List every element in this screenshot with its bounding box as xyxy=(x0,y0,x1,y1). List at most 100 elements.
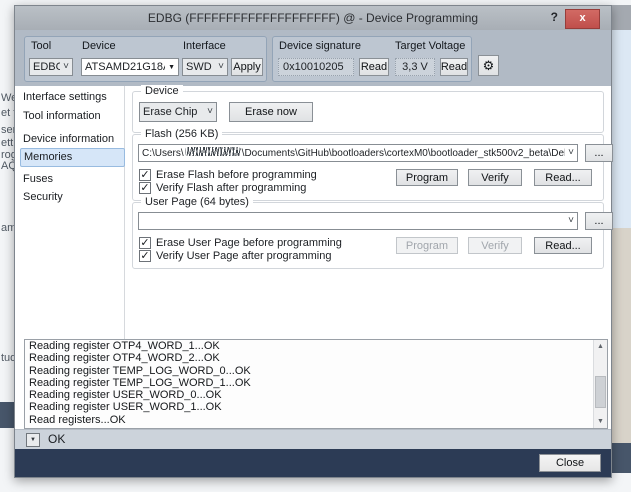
checkbox-checked-icon: ✓ xyxy=(139,237,151,249)
chevron-down-icon: ˅ xyxy=(218,63,224,71)
user-page-browse-label: ... xyxy=(594,215,603,227)
background-dark-block xyxy=(610,443,631,473)
settings-button[interactable]: ⚙ xyxy=(478,55,499,76)
checkbox-checked-icon: ✓ xyxy=(139,250,151,262)
flash-browse-button[interactable]: ... xyxy=(585,144,613,162)
background-strip xyxy=(612,30,631,228)
interface-value: SWD xyxy=(186,61,215,73)
redacted-username xyxy=(185,147,241,156)
apply-button[interactable]: Apply xyxy=(231,58,263,76)
user-page-program-label: Program xyxy=(406,240,448,252)
erase-mode-select[interactable]: Erase Chip ˅ xyxy=(139,102,217,122)
flash-path-prefix: C:\Users\ xyxy=(142,148,184,159)
signature-read-button[interactable]: Read xyxy=(359,58,389,76)
help-icon[interactable]: ? xyxy=(551,10,558,24)
close-button-label: Close xyxy=(556,457,584,469)
dialog-titlebar[interactable]: EDBG (FFFFFFFFFFFFFFFFFFFF) @ - Device P… xyxy=(15,6,611,31)
signature-panel: Device signature 0x10010205 Read Target … xyxy=(272,36,472,82)
target-voltage-value: 3,3 V xyxy=(402,61,428,73)
scroll-down-icon[interactable]: ▼ xyxy=(594,415,607,428)
erase-user-page-checkbox[interactable]: ✓ Erase User Page before programming xyxy=(139,236,342,249)
log-line: Reading register OTP4_WORD_2...OK xyxy=(25,352,607,364)
flash-file-combobox[interactable]: C:\Users\ \Documents\GitHub\bootloaders\c… xyxy=(138,144,578,162)
sidebar-item-security[interactable]: Security xyxy=(23,189,119,206)
background-strip xyxy=(612,228,631,443)
background-dark-block xyxy=(0,402,14,428)
flash-program-button[interactable]: Program xyxy=(396,169,458,186)
close-window-button[interactable]: x xyxy=(565,9,600,29)
chevron-down-icon: ˅ xyxy=(63,63,69,71)
user-page-group: User Page (64 bytes) ˅ ... ✓ Erase User … xyxy=(132,202,604,269)
erase-mode-value: Erase Chip xyxy=(143,106,204,118)
flash-verify-button[interactable]: Verify xyxy=(468,169,522,186)
target-voltage-label: Target Voltage xyxy=(395,40,465,52)
user-page-group-title: User Page (64 bytes) xyxy=(141,196,253,208)
status-text: OK xyxy=(48,432,65,446)
verify-flash-checkbox[interactable]: ✓ Verify Flash after programming xyxy=(139,181,306,194)
device-select[interactable]: ATSAMD21G18A ▼ xyxy=(81,58,179,76)
user-page-browse-button[interactable]: ... xyxy=(585,212,613,230)
log-expand-button[interactable]: ▼ xyxy=(26,433,40,447)
sidebar-item-device-information[interactable]: Device information xyxy=(23,131,119,148)
user-page-read-label: Read... xyxy=(545,240,580,252)
erase-now-label: Erase now xyxy=(245,106,297,118)
flash-group: Flash (256 KB) C:\Users\\Documents\GitHu… xyxy=(132,134,604,201)
tool-panel: Tool EDBG ˅ Device ATSAMD21G18A ▼ Interf… xyxy=(24,36,267,82)
erase-now-button[interactable]: Erase now xyxy=(229,102,313,122)
log-scrollbar[interactable]: ▲ ▼ xyxy=(593,340,607,428)
voltage-read-button[interactable]: Read xyxy=(440,58,468,76)
device-signature-field: 0x10010205 xyxy=(278,58,354,76)
status-bar: ▼ OK xyxy=(15,429,611,450)
dialog-title: EDBG (FFFFFFFFFFFFFFFFFFFF) @ - Device P… xyxy=(15,6,611,30)
interface-select[interactable]: SWD ˅ xyxy=(182,58,228,76)
close-button[interactable]: Close xyxy=(539,454,601,472)
tool-select[interactable]: EDBG ˅ xyxy=(29,58,73,76)
flash-verify-label: Verify xyxy=(481,172,509,184)
verify-flash-checkbox-label: Verify Flash after programming xyxy=(156,182,306,194)
flash-path-suffix: \Documents\GitHub\bootloaders\cortexM0\b… xyxy=(242,148,565,159)
user-page-file-combobox[interactable]: ˅ xyxy=(138,212,578,230)
gear-icon: ⚙ xyxy=(483,58,495,74)
chevron-down-icon: ˅ xyxy=(207,108,213,116)
flash-read-button[interactable]: Read... xyxy=(534,169,592,186)
erase-flash-checkbox[interactable]: ✓ Erase Flash before programming xyxy=(139,168,317,181)
sidebar-item-interface-settings[interactable]: Interface settings xyxy=(23,89,119,106)
user-page-verify-label: Verify xyxy=(481,240,509,252)
flash-file-path: C:\Users\ \Documents\GitHub\bootloaders\c… xyxy=(142,147,565,159)
checkbox-checked-icon: ✓ xyxy=(139,169,151,181)
content-area: Interface settings Tool information Devi… xyxy=(15,86,611,339)
flash-program-label: Program xyxy=(406,172,448,184)
interface-label: Interface xyxy=(183,40,226,52)
scrollbar-thumb[interactable] xyxy=(595,376,606,408)
sidebar-divider xyxy=(124,86,125,339)
device-signature-value: 0x10010205 xyxy=(283,61,344,73)
chevron-down-icon: ▼ xyxy=(30,437,36,443)
dialog-footer: Close xyxy=(15,449,611,477)
dropdown-arrow-icon: ▼ xyxy=(168,64,175,71)
chevron-down-icon: ˅ xyxy=(568,217,574,225)
erase-flash-checkbox-label: Erase Flash before programming xyxy=(156,169,317,181)
device-group-title: Device xyxy=(141,85,183,97)
tool-label: Tool xyxy=(31,40,51,52)
apply-button-label: Apply xyxy=(233,61,261,73)
log-line: Read registers...OK xyxy=(25,414,607,426)
voltage-read-label: Read xyxy=(441,61,467,73)
user-page-read-button[interactable]: Read... xyxy=(534,237,592,254)
log-line: Reading register OTP4_WORD_1...OK xyxy=(25,340,607,352)
verify-user-page-checkbox-label: Verify User Page after programming xyxy=(156,250,331,262)
device-label: Device xyxy=(82,40,116,52)
device-signature-label: Device signature xyxy=(279,40,361,52)
device-programming-dialog: EDBG (FFFFFFFFFFFFFFFFFFFF) @ - Device P… xyxy=(14,5,612,478)
screenshot-root: Wel et f ser ett rog AQ am tud EDBG (FFF… xyxy=(0,0,631,492)
sidebar-item-tool-information[interactable]: Tool information xyxy=(23,108,119,125)
user-page-program-button: Program xyxy=(396,237,458,254)
sidebar-item-fuses[interactable]: Fuses xyxy=(23,171,119,188)
background-text-fragment: ett xyxy=(1,137,13,149)
verify-user-page-checkbox[interactable]: ✓ Verify User Page after programming xyxy=(139,249,331,262)
tool-value: EDBG xyxy=(33,61,60,73)
toolbar: Tool EDBG ˅ Device ATSAMD21G18A ▼ Interf… xyxy=(15,30,611,86)
scroll-up-icon[interactable]: ▲ xyxy=(594,340,607,353)
background-strip xyxy=(612,5,631,30)
sidebar-item-memories[interactable]: Memories xyxy=(20,148,125,167)
device-value: ATSAMD21G18A xyxy=(85,61,165,73)
